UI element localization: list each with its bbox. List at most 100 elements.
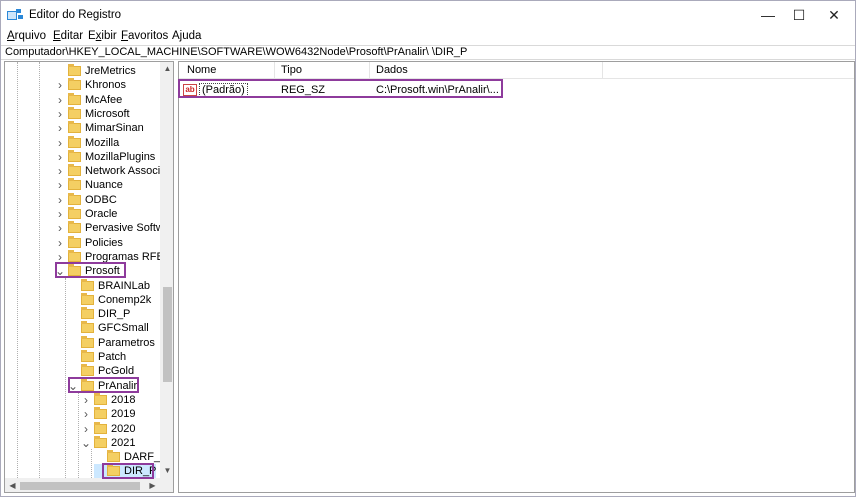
folder-icon: [107, 450, 120, 463]
chevron-right-icon[interactable]: ›: [55, 221, 65, 235]
folder-icon: [68, 135, 81, 148]
folder-icon: [94, 421, 107, 434]
tree-item[interactable]: Parametros: [68, 335, 155, 350]
folder-icon: [81, 350, 94, 362]
tree-item[interactable]: › ODBC: [55, 192, 117, 207]
tree-item[interactable]: ⌄ 2021: [81, 435, 136, 450]
tree-item[interactable]: Patch: [68, 350, 126, 364]
tree-vertical-scrollbar[interactable]: ▲ ▼: [160, 62, 173, 478]
tree-item[interactable]: › Khronos: [55, 78, 126, 92]
tree-item-label: ODBC: [85, 193, 117, 206]
tree-item[interactable]: › Network Associat: [55, 164, 169, 178]
menu-favoritos[interactable]: Favoritos: [121, 30, 168, 42]
tree-item[interactable]: › McAfee: [55, 92, 123, 107]
chevron-right-icon[interactable]: ›: [55, 150, 65, 164]
chevron-right-icon[interactable]: ›: [55, 164, 65, 178]
tree-item-label: 2021: [111, 436, 136, 449]
chevron-right-icon[interactable]: ›: [55, 121, 65, 135]
scroll-thumb-horizontal[interactable]: [20, 482, 140, 490]
tree-item[interactable]: DARF_C: [94, 450, 168, 464]
tree-item[interactable]: GFCSmall: [68, 321, 149, 335]
folder-icon: [68, 64, 81, 76]
chevron-right-icon[interactable]: ›: [55, 107, 65, 121]
tree-guide-line: [78, 392, 79, 478]
chevron-right-icon[interactable]: ›: [55, 178, 65, 192]
menu-editar[interactable]: Editar: [53, 30, 83, 42]
tree-item[interactable]: JreMetrics: [55, 64, 136, 78]
tree-item[interactable]: DIR_P: [68, 307, 130, 321]
menu-exibir[interactable]: Exibir: [88, 30, 117, 42]
folder-icon: [81, 335, 94, 348]
tree-item[interactable]: › Nuance: [55, 178, 123, 192]
registry-editor-window: Editor do Registro — ☐ ✕ Arquivo Editar Ex…: [0, 0, 856, 497]
chevron-down-icon[interactable]: ⌄: [81, 437, 91, 449]
tree-item[interactable]: › Oracle: [55, 207, 117, 221]
list-header: Nome Tipo Dados: [179, 62, 854, 79]
folder-icon: [68, 78, 81, 91]
tree-item-label: Network Associat: [85, 165, 170, 178]
tree-item-label: Patch: [98, 351, 127, 363]
tree-item[interactable]: Conemp2k: [68, 292, 151, 307]
scroll-up-icon[interactable]: ▲: [160, 62, 173, 76]
chevron-right-icon[interactable]: ›: [81, 407, 91, 421]
tree-item-label: Khronos: [85, 79, 126, 92]
tree-item-label: Nuance: [85, 179, 123, 192]
window-title: Editor do Registro: [29, 9, 122, 21]
tree-item[interactable]: › Mozilla: [55, 135, 119, 150]
tree-item[interactable]: › Pervasive Softwar: [55, 221, 173, 235]
tree-horizontal-scrollbar[interactable]: ◀ ▶: [5, 478, 160, 492]
folder-icon: [68, 207, 81, 219]
tree-item[interactable]: › MozillaPlugins: [55, 149, 155, 164]
folder-icon: [94, 435, 107, 448]
column-data[interactable]: Dados: [376, 64, 408, 76]
chevron-right-icon[interactable]: ›: [55, 193, 65, 207]
close-button[interactable]: ✕: [816, 1, 852, 29]
tree-item[interactable]: › MimarSinan: [55, 121, 144, 135]
tree-item-label: JreMetrics: [85, 65, 136, 77]
chevron-right-icon[interactable]: ›: [81, 422, 91, 436]
chevron-right-icon[interactable]: ›: [81, 393, 91, 407]
tree-item-label: Parametros: [98, 336, 155, 349]
folder-icon: [68, 106, 81, 119]
chevron-right-icon[interactable]: ›: [55, 136, 65, 150]
folder-icon: [68, 121, 81, 134]
scrollbar-corner: [160, 478, 173, 492]
chevron-right-icon[interactable]: ›: [55, 93, 65, 107]
tree-guide-line: [65, 278, 66, 478]
tree-item[interactable]: BRAINLab: [68, 278, 150, 293]
menu-bar: Arquivo Editar Exibir Favoritos Ajuda: [1, 29, 855, 45]
highlight-dir-p: [102, 463, 154, 479]
tree-item-label: McAfee: [85, 93, 123, 106]
title-bar: Editor do Registro — ☐ ✕: [1, 1, 855, 29]
scroll-down-icon[interactable]: ▼: [160, 464, 173, 478]
scroll-thumb[interactable]: [163, 287, 172, 382]
tree-item[interactable]: › 2018: [81, 392, 136, 407]
folder-icon: [68, 164, 81, 177]
chevron-right-icon[interactable]: ›: [55, 236, 65, 250]
tree-item-label: Microsoft: [85, 107, 130, 120]
tree-item[interactable]: › Policies: [55, 235, 123, 250]
tree-item[interactable]: › 2019: [81, 407, 135, 421]
tree-item-label: 2018: [111, 393, 136, 406]
menu-ajuda[interactable]: Ajuda: [172, 30, 201, 42]
chevron-right-icon[interactable]: ›: [55, 78, 65, 92]
highlight-value-row: [178, 79, 503, 98]
chevron-right-icon[interactable]: ›: [55, 207, 65, 221]
tree-guide-line: [39, 62, 40, 478]
scroll-right-icon[interactable]: ▶: [145, 478, 160, 492]
registry-editor-icon: [7, 9, 23, 20]
tree-item[interactable]: › Microsoft: [55, 106, 130, 121]
folder-icon: [68, 149, 81, 162]
menu-arquivo[interactable]: Arquivo: [7, 30, 46, 42]
scroll-left-icon[interactable]: ◀: [5, 478, 20, 492]
folder-icon: [94, 392, 107, 405]
folder-icon: [68, 221, 81, 234]
maximize-button[interactable]: ☐: [781, 1, 817, 29]
tree-item-label: Oracle: [85, 208, 118, 220]
tree-item-label: PcGold: [98, 365, 135, 378]
address-bar[interactable]: Computador\HKEY_LOCAL_MACHINE\SOFTWARE\W…: [1, 45, 855, 60]
column-name[interactable]: Nome: [187, 64, 216, 76]
column-type[interactable]: Tipo: [281, 64, 302, 76]
highlight-pranalir: [68, 377, 139, 393]
tree-item[interactable]: › 2020: [81, 421, 135, 436]
